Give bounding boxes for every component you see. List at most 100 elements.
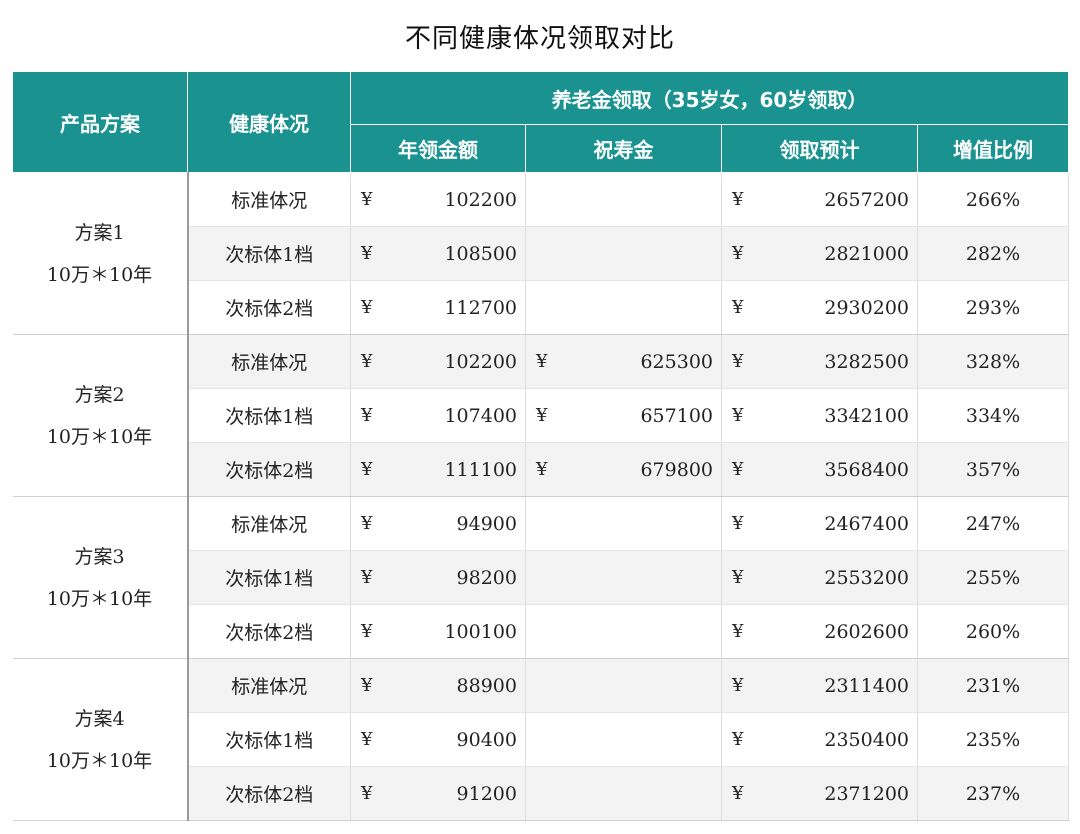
plan-name: 方案1	[74, 221, 125, 244]
annual-cell: ¥100100	[350, 604, 526, 659]
annual-cell-wrap: ¥107400	[351, 405, 525, 427]
total-cell: ¥2467400	[721, 496, 918, 551]
currency-symbol: ¥	[361, 513, 373, 534]
currency-symbol: ¥	[361, 783, 373, 804]
annual-cell-wrap: ¥108500	[351, 243, 525, 265]
annual-cell-value: 112700	[444, 296, 517, 319]
annual-cell-value: 91200	[456, 782, 517, 805]
plan-cell: 方案4 10万＊10年	[12, 658, 189, 821]
annual-cell-wrap: ¥111100	[351, 459, 525, 481]
currency-symbol: ¥	[361, 189, 373, 210]
header-annual: 年领金额	[350, 124, 526, 173]
birthday-cell-value: 625300	[640, 350, 713, 373]
total-cell: ¥2553200	[721, 550, 918, 605]
total-cell-wrap: ¥2553200	[722, 567, 917, 589]
currency-symbol: ¥	[732, 459, 744, 480]
birthday-cell	[525, 658, 722, 713]
health-cell: 次标体2档	[187, 442, 351, 497]
birthday-cell-wrap: ¥657100	[526, 405, 721, 427]
total-cell: ¥2821000	[721, 226, 918, 281]
header-total: 领取预计	[721, 124, 918, 173]
annual-cell: ¥108500	[350, 226, 526, 281]
table-body: 方案1 10万＊10年 标准体况 ¥102200 ¥2657200 266% 次标体1档 ¥1…	[12, 172, 1070, 821]
total-cell-wrap: ¥2311400	[722, 675, 917, 697]
currency-symbol: ¥	[361, 459, 373, 480]
ratio-cell: 282%	[917, 226, 1070, 281]
currency-symbol: ¥	[732, 513, 744, 534]
birthday-cell	[525, 226, 722, 281]
annual-cell-wrap: ¥91200	[351, 783, 525, 805]
currency-symbol: ¥	[361, 351, 373, 372]
annual-cell-wrap: ¥102200	[351, 189, 525, 211]
total-cell-value: 2602600	[824, 620, 909, 643]
birthday-cell-wrap: ¥679800	[526, 459, 721, 481]
currency-symbol: ¥	[732, 351, 744, 372]
ratio-cell: 334%	[917, 388, 1070, 443]
page-title: 不同健康体况领取对比	[404, 24, 675, 54]
health-cell: 次标体2档	[187, 766, 351, 821]
plan-term: 10万＊10年	[46, 749, 153, 772]
health-cell: 标准体况	[187, 658, 351, 713]
currency-symbol: ¥	[361, 567, 373, 588]
total-cell: ¥3342100	[721, 388, 918, 443]
ratio-cell: 260%	[917, 604, 1070, 659]
annual-cell-wrap: ¥102200	[351, 351, 525, 373]
annual-cell: ¥107400	[350, 388, 526, 443]
plan-cell: 方案2 10万＊10年	[12, 334, 189, 497]
annual-cell-value: 100100	[444, 620, 517, 643]
total-cell-wrap: ¥3342100	[722, 405, 917, 427]
annual-cell-wrap: ¥100100	[351, 621, 525, 643]
birthday-cell	[525, 550, 722, 605]
total-cell-value: 2371200	[824, 782, 909, 805]
annual-cell-value: 107400	[444, 404, 517, 427]
birthday-cell-value: 679800	[640, 458, 713, 481]
total-cell: ¥2657200	[721, 172, 918, 227]
health-cell: 次标体1档	[187, 388, 351, 443]
birthday-cell-wrap: ¥625300	[526, 351, 721, 373]
currency-symbol: ¥	[732, 675, 744, 696]
currency-symbol: ¥	[536, 405, 548, 426]
currency-symbol: ¥	[732, 729, 744, 750]
currency-symbol: ¥	[536, 351, 548, 372]
currency-symbol: ¥	[536, 459, 548, 480]
total-cell-wrap: ¥2350400	[722, 729, 917, 751]
health-cell: 次标体1档	[187, 550, 351, 605]
annual-cell-wrap: ¥112700	[351, 297, 525, 319]
currency-symbol: ¥	[732, 567, 744, 588]
plan-cell: 方案3 10万＊10年	[12, 496, 189, 659]
annual-cell-wrap: ¥90400	[351, 729, 525, 751]
health-cell: 次标体1档	[187, 226, 351, 281]
annual-cell-value: 111100	[444, 458, 517, 481]
total-cell: ¥2311400	[721, 658, 918, 713]
health-cell: 次标体1档	[187, 712, 351, 767]
currency-symbol: ¥	[732, 189, 744, 210]
total-cell-wrap: ¥3282500	[722, 351, 917, 373]
total-cell-value: 3282500	[824, 350, 909, 373]
plan-cell: 方案1 10万＊10年	[12, 172, 189, 335]
total-cell-wrap: ¥2821000	[722, 243, 917, 265]
annual-cell-value: 88900	[456, 674, 517, 697]
total-cell-value: 2553200	[824, 566, 909, 589]
table-row: 方案4 10万＊10年 标准体况 ¥88900 ¥2311400 231%	[12, 658, 1070, 821]
ratio-cell: 357%	[917, 442, 1070, 497]
currency-symbol: ¥	[732, 297, 744, 318]
annual-cell-value: 98200	[456, 566, 517, 589]
annual-cell-wrap: ¥98200	[351, 567, 525, 589]
currency-symbol: ¥	[732, 243, 744, 264]
table-row: 方案1 10万＊10年 标准体况 ¥102200 ¥2657200 266%	[12, 172, 1070, 335]
currency-symbol: ¥	[361, 729, 373, 750]
annual-cell: ¥111100	[350, 442, 526, 497]
annual-cell-value: 94900	[456, 512, 517, 535]
birthday-cell: ¥625300	[525, 334, 722, 389]
ratio-cell: 266%	[917, 172, 1070, 227]
ratio-cell: 328%	[917, 334, 1070, 389]
annual-cell-wrap: ¥88900	[351, 675, 525, 697]
annual-cell: ¥88900	[350, 658, 526, 713]
currency-symbol: ¥	[361, 675, 373, 696]
annual-cell: ¥102200	[350, 172, 526, 227]
annual-cell: ¥112700	[350, 280, 526, 335]
total-cell: ¥3282500	[721, 334, 918, 389]
plan-term: 10万＊10年	[46, 425, 153, 448]
header-health: 健康体况	[187, 71, 351, 173]
birthday-cell	[525, 280, 722, 335]
